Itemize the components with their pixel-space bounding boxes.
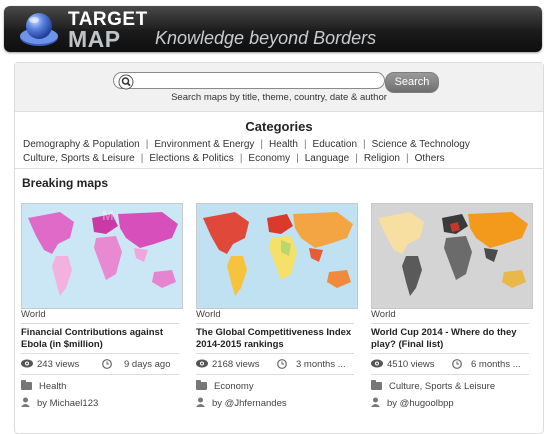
card-views: 243 views — [37, 359, 80, 370]
search-area: Search Search maps by title, theme, coun… — [15, 63, 543, 112]
card-category-label: Culture, Sports & Leisure — [389, 381, 496, 392]
category-link-elections[interactable]: Elections & Politics — [149, 153, 233, 164]
folder-icon — [21, 380, 32, 390]
category-separator: | — [260, 139, 264, 150]
card-author-label: by @Jhfernandes — [212, 398, 287, 409]
user-icon — [21, 397, 30, 407]
card-meta: 243 views 9 days ago — [21, 353, 179, 375]
site-header: TARGET MAP Knowledge beyond Borders — [4, 6, 542, 52]
category-separator: | — [239, 153, 243, 164]
card-category[interactable]: Health — [21, 380, 181, 392]
card-title[interactable]: World Cup 2014 - Where do they play? (Fi… — [371, 327, 531, 351]
search-button[interactable]: Search — [385, 72, 439, 93]
category-link-demography[interactable]: Demography & Population — [23, 139, 140, 150]
card-author-label: by @hugoolbpp — [387, 398, 454, 409]
folder-icon — [371, 380, 382, 390]
category-link-education[interactable]: Education — [313, 139, 357, 150]
card-author[interactable]: by @Jhfernandes — [196, 397, 356, 409]
site-tagline: Knowledge beyond Borders — [155, 28, 377, 48]
card-category-label: Economy — [214, 381, 254, 392]
card-author-label: by Michael123 — [37, 398, 99, 409]
card-meta: 2168 views 3 months ... — [196, 353, 354, 375]
categories-row-2: Culture, Sports & Leisure | Elections & Po… — [23, 153, 445, 164]
world-map-heat-image — [197, 204, 357, 308]
category-link-language[interactable]: Language — [305, 153, 350, 164]
card-category-label: Health — [39, 381, 67, 392]
card-meta: 4510 views 6 months ... — [371, 353, 529, 375]
category-link-environment[interactable]: Environment & Energy — [154, 139, 254, 150]
map-card-worldcup[interactable]: World World Cup 2014 - Where do they pla… — [371, 203, 533, 418]
world-map-grey-image — [372, 204, 532, 308]
main-panel: Search Search maps by title, theme, coun… — [14, 62, 544, 434]
eye-icon — [196, 359, 208, 368]
logo-wordmark[interactable]: TARGET MAP — [68, 10, 148, 51]
card-title[interactable]: The Global Competitiveness Index 2014-20… — [196, 327, 356, 351]
map-card-ebola[interactable]: M World Financial Contributions against … — [21, 203, 183, 418]
clock-icon — [452, 359, 462, 369]
clock-icon — [277, 359, 287, 369]
card-title[interactable]: Financial Contributions against Ebola (i… — [21, 327, 181, 351]
search-input[interactable] — [113, 72, 385, 89]
search-hint: Search maps by title, theme, country, da… — [171, 92, 387, 103]
category-separator: | — [405, 153, 409, 164]
map-card-competitiveness[interactable]: World The Global Competitiveness Index 2… — [196, 203, 358, 418]
category-separator: | — [363, 139, 366, 150]
categories-row-1: Demography & Population | Environment & En… — [23, 139, 470, 150]
card-views: 4510 views — [387, 359, 435, 370]
card-author[interactable]: by @hugoolbpp — [371, 397, 531, 409]
search-icon — [118, 74, 134, 90]
category-separator: | — [145, 139, 149, 150]
card-age: 3 months ... — [296, 359, 346, 370]
user-icon — [196, 397, 205, 407]
category-link-culture[interactable]: Culture, Sports & Leisure — [23, 153, 135, 164]
category-link-others[interactable]: Others — [415, 153, 445, 164]
clock-icon — [102, 359, 112, 369]
category-separator: | — [140, 153, 144, 164]
folder-icon — [196, 380, 207, 390]
card-category[interactable]: Economy — [196, 380, 356, 392]
category-link-health[interactable]: Health — [269, 139, 298, 150]
card-region: World — [371, 309, 529, 324]
category-separator: | — [303, 139, 307, 150]
card-region: World — [21, 309, 179, 324]
eye-icon — [21, 359, 33, 368]
eye-icon — [371, 359, 383, 368]
card-age: 6 months ... — [471, 359, 521, 370]
category-link-religion[interactable]: Religion — [364, 153, 400, 164]
map-thumbnail-ebola[interactable]: M — [21, 203, 183, 309]
divider — [15, 168, 543, 169]
card-views: 2168 views — [212, 359, 260, 370]
world-map-pink-image: M — [22, 204, 182, 308]
card-category[interactable]: Culture, Sports & Leisure — [371, 380, 531, 392]
breaking-maps-title: Breaking maps — [22, 176, 109, 190]
user-icon — [371, 397, 380, 407]
map-thumbnail-competitiveness[interactable] — [196, 203, 358, 309]
category-separator: | — [296, 153, 299, 164]
card-age: 9 days ago — [124, 359, 171, 370]
globe-logo-icon[interactable] — [18, 12, 60, 48]
card-region: World — [196, 309, 354, 324]
logo-map-text: MAP — [68, 26, 121, 52]
map-thumbnail-worldcup[interactable] — [371, 203, 533, 309]
category-link-economy[interactable]: Economy — [248, 153, 290, 164]
card-author[interactable]: by Michael123 — [21, 397, 181, 409]
category-separator: | — [355, 153, 358, 164]
category-link-science[interactable]: Science & Technology — [372, 139, 470, 150]
svg-text:M: M — [102, 207, 114, 223]
categories-title: Categories — [245, 119, 313, 134]
